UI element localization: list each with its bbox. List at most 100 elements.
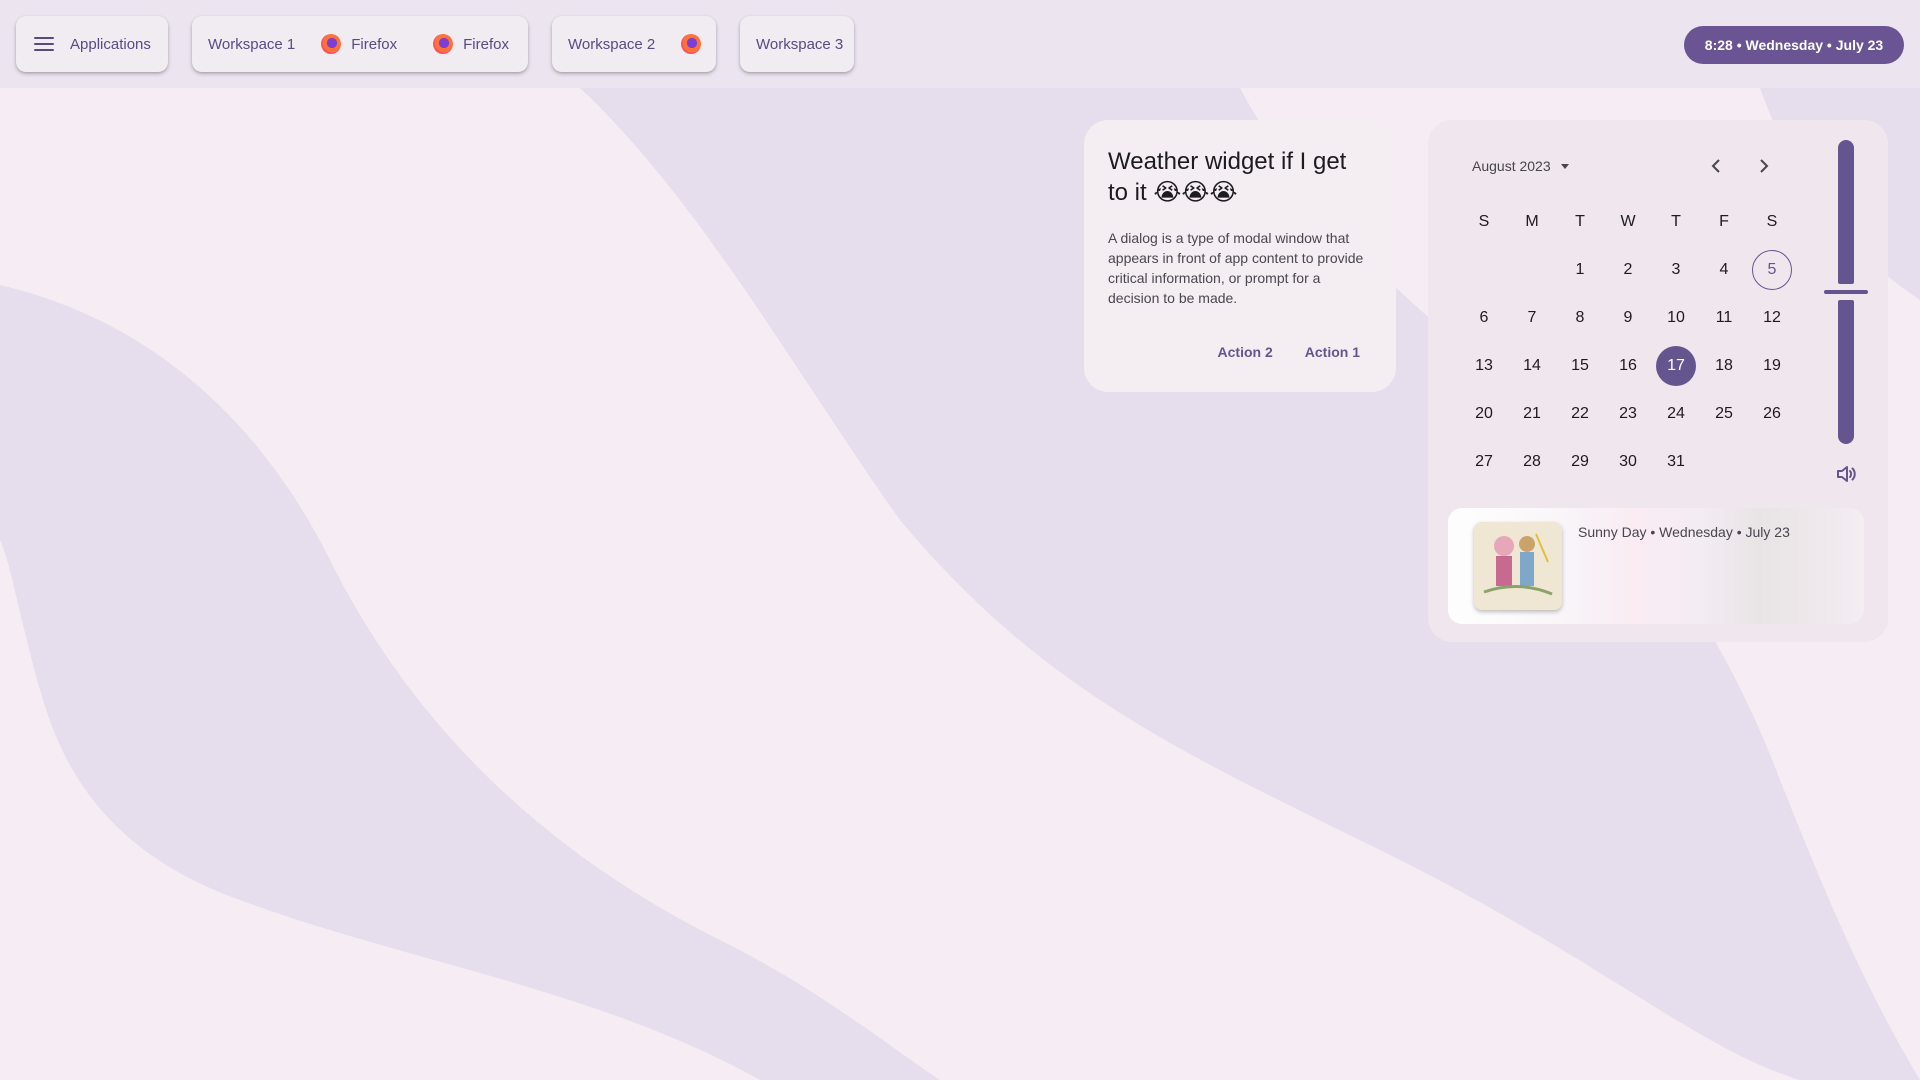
calendar-grid: S M T W T F S 1 2 3 4 5 6 7 8 9 10 11 12 13 14 15 16 17 18 19 20 21… — [1460, 198, 1796, 486]
day-number: 8 — [1575, 309, 1585, 326]
album-art — [1474, 522, 1562, 610]
day-number: 11 — [1715, 309, 1733, 326]
dialog-actions: Action 2 Action 1 — [1108, 344, 1372, 360]
day-number: 16 — [1619, 357, 1637, 374]
day-number: 29 — [1571, 453, 1589, 470]
day-cell[interactable]: 24 — [1652, 390, 1700, 438]
volume-slider-track[interactable] — [1838, 140, 1854, 284]
weather-dialog: Weather widget if I get to it 😭😭😭 A dial… — [1084, 120, 1396, 392]
day-cell[interactable]: 11 — [1700, 294, 1748, 342]
workspace-3[interactable]: Workspace 3 — [740, 16, 854, 72]
day-cell[interactable]: 27 — [1460, 438, 1508, 486]
day-cell[interactable]: 16 — [1604, 342, 1652, 390]
day-number: 5 — [1752, 250, 1792, 290]
day-cell[interactable]: 14 — [1508, 342, 1556, 390]
weekday-header: T — [1671, 213, 1681, 230]
firefox-icon — [433, 34, 454, 54]
day-cell-today[interactable]: 5 — [1748, 246, 1796, 294]
chevron-right-icon — [1760, 159, 1769, 173]
day-number: 30 — [1619, 453, 1637, 470]
day-cell[interactable]: 26 — [1748, 390, 1796, 438]
day-cell[interactable]: 21 — [1508, 390, 1556, 438]
day-number: 17 — [1656, 346, 1696, 386]
month-label: August 2023 — [1472, 158, 1551, 174]
day-cell[interactable]: 10 — [1652, 294, 1700, 342]
day-cell[interactable]: 6 — [1460, 294, 1508, 342]
top-panel: Applications Workspace 1 Firefox Firefox… — [0, 0, 1920, 88]
day-number: 14 — [1523, 357, 1541, 374]
day-number: 2 — [1623, 261, 1633, 278]
previous-month-button[interactable] — [1704, 154, 1728, 178]
clock-button[interactable]: 8:28 • Wednesday • July 23 — [1684, 26, 1904, 64]
day-cell[interactable]: 22 — [1556, 390, 1604, 438]
workspace-1-label: Workspace 1 — [208, 35, 296, 53]
day-number: 21 — [1523, 405, 1541, 422]
day-number: 19 — [1763, 357, 1781, 374]
day-number: 27 — [1475, 453, 1493, 470]
window-firefox-2[interactable]: Firefox — [433, 16, 509, 72]
day-cell[interactable]: 4 — [1700, 246, 1748, 294]
media-title: Sunny Day • Wednesday • July 23 — [1578, 524, 1790, 540]
day-number: 22 — [1571, 405, 1589, 422]
day-cell[interactable]: 28 — [1508, 438, 1556, 486]
day-number: 20 — [1475, 405, 1493, 422]
media-player-card[interactable]: Sunny Day • Wednesday • July 23 — [1448, 508, 1864, 624]
day-cell[interactable]: 20 — [1460, 390, 1508, 438]
window-label: Firefox — [463, 35, 509, 53]
weekday-header: W — [1620, 213, 1636, 230]
dropdown-arrow-icon — [1560, 163, 1569, 169]
weekday-header: S — [1766, 213, 1778, 230]
window-label: Firefox — [351, 35, 398, 53]
day-number: 4 — [1719, 261, 1729, 278]
day-cell[interactable]: 25 — [1700, 390, 1748, 438]
chevron-left-icon — [1711, 159, 1720, 173]
volume-slider-handle[interactable] — [1824, 290, 1868, 294]
empty-day-cell — [1508, 246, 1556, 294]
applications-button[interactable]: Applications — [16, 16, 168, 72]
day-cell-selected[interactable]: 17 — [1652, 342, 1700, 390]
firefox-icon[interactable] — [681, 34, 702, 54]
day-number: 6 — [1479, 309, 1489, 326]
menu-icon — [34, 37, 54, 51]
day-number: 13 — [1475, 357, 1493, 374]
day-number: 26 — [1763, 405, 1781, 422]
day-cell[interactable]: 12 — [1748, 294, 1796, 342]
day-cell[interactable]: 31 — [1652, 438, 1700, 486]
window-firefox-1[interactable]: Firefox — [321, 16, 397, 72]
volume-slider-track-lower[interactable] — [1838, 300, 1854, 444]
dialog-title: Weather widget if I get to it 😭😭😭 — [1108, 148, 1347, 206]
next-month-button[interactable] — [1752, 154, 1776, 178]
workspace-2-label: Workspace 2 — [568, 35, 656, 53]
workspace-2[interactable]: Workspace 2 — [552, 16, 716, 72]
day-number: 10 — [1667, 309, 1685, 326]
day-number: 18 — [1715, 357, 1733, 374]
calendar-panel: August 2023 S M T W T F S 1 2 3 4 5 6 7 8 9 10 11 12 13 14 15… — [1428, 120, 1888, 642]
day-number: 9 — [1623, 309, 1633, 326]
day-cell[interactable]: 15 — [1556, 342, 1604, 390]
day-number: 23 — [1619, 405, 1637, 422]
day-number: 12 — [1763, 309, 1781, 326]
volume-icon[interactable] — [1834, 462, 1858, 486]
applications-label: Applications — [70, 35, 151, 53]
day-cell[interactable]: 30 — [1604, 438, 1652, 486]
day-cell[interactable]: 2 — [1604, 246, 1652, 294]
day-cell[interactable]: 8 — [1556, 294, 1604, 342]
day-cell[interactable]: 9 — [1604, 294, 1652, 342]
day-cell[interactable]: 13 — [1460, 342, 1508, 390]
day-cell[interactable]: 19 — [1748, 342, 1796, 390]
workspace-1[interactable]: Workspace 1 Firefox Firefox — [192, 16, 528, 72]
month-selector[interactable]: August 2023 — [1472, 158, 1569, 174]
day-cell[interactable]: 1 — [1556, 246, 1604, 294]
day-number: 28 — [1523, 453, 1541, 470]
day-cell[interactable]: 3 — [1652, 246, 1700, 294]
firefox-icon — [321, 34, 342, 54]
day-cell[interactable]: 29 — [1556, 438, 1604, 486]
weekday-header: S — [1478, 213, 1490, 230]
day-number: 15 — [1571, 357, 1589, 374]
action-2-button[interactable]: Action 2 — [1218, 344, 1273, 360]
day-cell[interactable]: 18 — [1700, 342, 1748, 390]
action-1-button[interactable]: Action 1 — [1305, 344, 1360, 360]
day-cell[interactable]: 23 — [1604, 390, 1652, 438]
day-number: 25 — [1715, 405, 1733, 422]
day-cell[interactable]: 7 — [1508, 294, 1556, 342]
